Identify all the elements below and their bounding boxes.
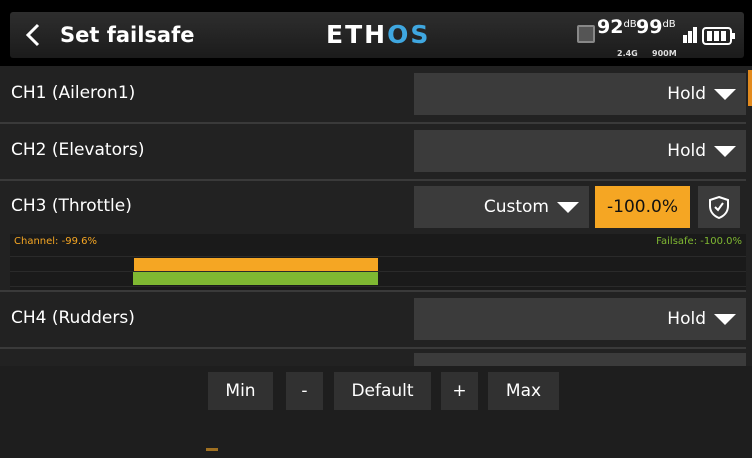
channel-row: CH3 (Throttle) Custom -100.0% (0, 181, 746, 233)
grid-line (10, 256, 746, 257)
channel-output-bars: Channel: -99.6% Failsafe: -100.0% (10, 234, 746, 291)
max-button[interactable]: Max (488, 372, 559, 410)
increment-button[interactable]: + (441, 372, 478, 410)
channel-row: CH1 (Aileron1) Hold (0, 68, 746, 120)
rssi-band: 900M (652, 49, 677, 58)
dropdown-caret-icon (714, 314, 736, 325)
divider (0, 290, 746, 292)
channel-row: CH2 (Elevators) Hold (0, 125, 746, 177)
header: Set failsafe ETHOS 92dB 2.4G 99dB 900M (0, 0, 752, 66)
dropdown-caret-icon (714, 146, 736, 157)
partial-graph-mark (206, 448, 218, 451)
channel-list: CH1 (Aileron1) Hold CH2 (Elevators) Hold… (0, 66, 752, 366)
dropdown-caret-icon (557, 202, 579, 213)
divider (0, 122, 746, 124)
failsafe-output-bar (132, 272, 378, 285)
page-title: Set failsafe (60, 23, 195, 47)
mode-value: Hold (667, 141, 706, 161)
rssi-unit: dB (623, 19, 637, 30)
divider (0, 347, 746, 349)
failsafe-screen: Set failsafe ETHOS 92dB 2.4G 99dB 900M C… (0, 0, 752, 458)
failsafe-mode-select[interactable]: Hold (414, 298, 746, 340)
rf-module-icon (577, 25, 595, 43)
scrollbar[interactable] (748, 70, 752, 106)
rssi-900m: 99dB 900M (636, 16, 677, 58)
channel-label: CH4 (Rudders) (11, 308, 135, 328)
failsafe-mode-select[interactable]: Hold (414, 73, 746, 115)
grid-line (10, 286, 746, 287)
grid-line (10, 271, 746, 272)
channel-label: CH1 (Aileron1) (11, 83, 136, 103)
decrement-button[interactable]: - (286, 372, 323, 410)
mode-value: Custom (483, 197, 549, 217)
volume-icon[interactable] (681, 27, 699, 45)
channel-output-label: Channel: -99.6% (14, 236, 97, 247)
rssi-value: 99 (636, 16, 663, 38)
back-button[interactable] (18, 17, 50, 53)
dropdown-caret-icon (714, 89, 736, 100)
channel-output-bar (133, 258, 378, 271)
failsafe-mode-select[interactable]: Custom (414, 186, 589, 228)
partial-row-select[interactable] (414, 353, 746, 366)
set-current-button[interactable] (698, 186, 740, 228)
rssi-band: 2.4G (617, 49, 638, 58)
ethos-logo: ETHOS (326, 21, 430, 49)
channel-row: CH4 (Rudders) Hold (0, 293, 746, 345)
channel-label: CH2 (Elevators) (11, 140, 145, 160)
logo-part-1: ETH (326, 20, 388, 49)
rssi-unit: dB (662, 19, 676, 30)
mode-value: Hold (667, 84, 706, 104)
rssi-value: 92 (597, 16, 624, 38)
failsafe-mode-select[interactable]: Hold (414, 130, 746, 172)
channel-label: CH3 (Throttle) (11, 196, 132, 216)
failsafe-output-label: Failsafe: -100.0% (656, 236, 742, 247)
battery-icon (702, 27, 735, 45)
default-button[interactable]: Default (334, 372, 431, 410)
failsafe-value-field[interactable]: -100.0% (595, 186, 690, 228)
min-button[interactable]: Min (208, 372, 273, 410)
value-editor-toolbar: Min - Default + Max (0, 366, 752, 458)
logo-part-2: OS (387, 20, 431, 49)
back-arrow-icon (25, 23, 40, 47)
mode-value: Hold (667, 309, 706, 329)
rssi-2g4: 92dB 2.4G (597, 16, 638, 58)
shield-check-icon (709, 195, 729, 219)
